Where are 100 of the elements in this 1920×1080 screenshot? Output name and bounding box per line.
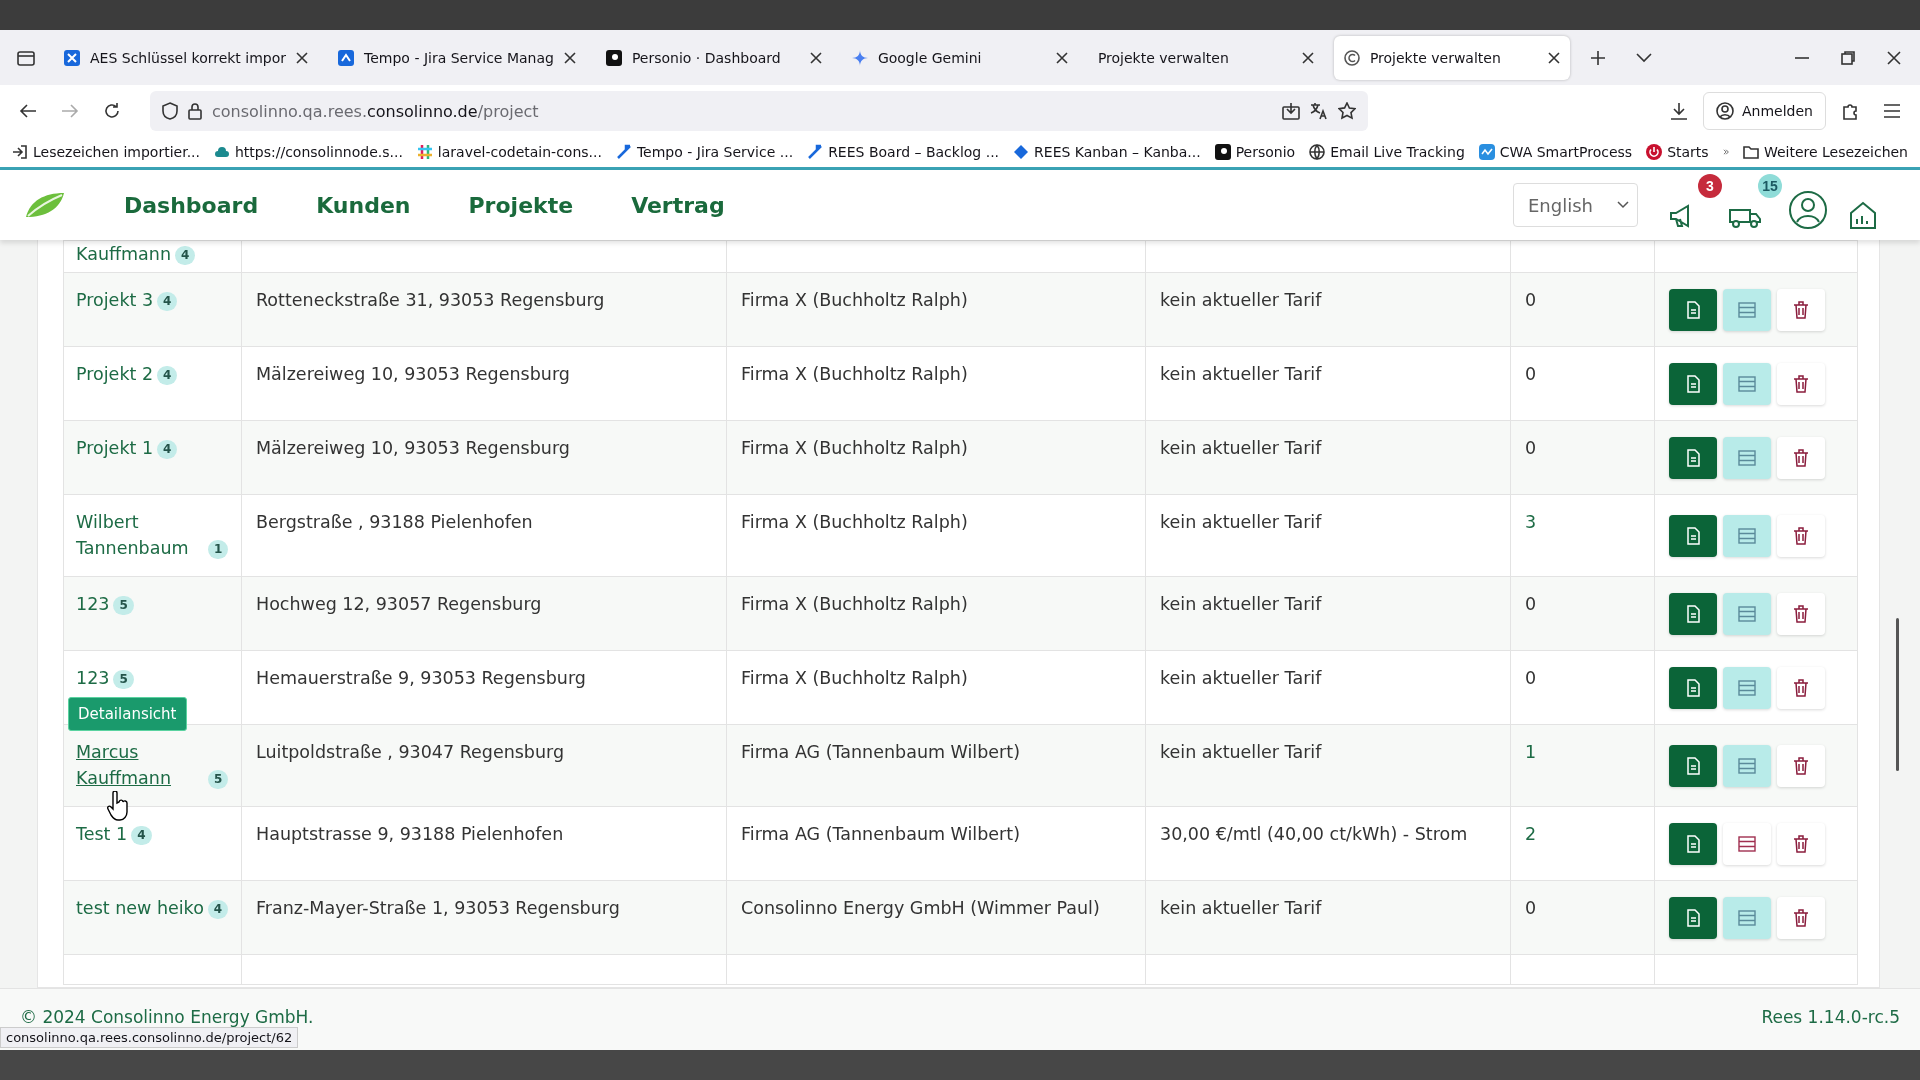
tariff-cell: kein aktueller Tarif xyxy=(1160,512,1322,532)
delete-button[interactable] xyxy=(1777,666,1825,709)
address-cell: Mälzereiweg 10, 93053 Regensburg xyxy=(256,364,570,384)
document-button[interactable] xyxy=(1669,666,1717,709)
project-link[interactable]: 123 xyxy=(76,591,110,617)
nav-link[interactable]: Projekte xyxy=(468,192,574,218)
list-button[interactable] xyxy=(1723,744,1771,787)
nav-link[interactable]: Dashboard xyxy=(124,192,259,218)
list-button[interactable] xyxy=(1723,666,1771,709)
nav-link[interactable]: Vertrag xyxy=(631,192,725,218)
browser-tab[interactable]: Projekte verwalten xyxy=(1087,35,1324,80)
close-icon[interactable] xyxy=(563,51,576,64)
document-button[interactable] xyxy=(1669,592,1717,635)
tooltip: Detailansicht xyxy=(68,697,187,731)
back-arrow-icon[interactable] xyxy=(19,103,37,119)
project-link[interactable]: Kauffmann xyxy=(76,241,171,267)
project-link[interactable]: test new heiko xyxy=(76,895,204,921)
bookmark[interactable]: REES Kanban – Kanba... xyxy=(1013,144,1201,160)
bookmark[interactable]: Tempo - Jira Service ... xyxy=(615,144,794,160)
project-link[interactable]: Projekt 3 xyxy=(76,287,154,313)
delete-button[interactable] xyxy=(1777,896,1825,939)
count-badge: 5 xyxy=(113,669,134,689)
scrollbar-thumb[interactable] xyxy=(1896,618,1899,771)
wave-icon xyxy=(1478,144,1495,160)
project-link[interactable]: Wilbert Tannenbaum xyxy=(76,509,204,561)
list-button[interactable] xyxy=(1723,362,1771,405)
delete-button[interactable] xyxy=(1777,362,1825,405)
nav-link[interactable]: Kunden xyxy=(316,192,411,218)
project-link[interactable]: Projekt 2 xyxy=(76,361,154,387)
list-button[interactable] xyxy=(1723,288,1771,331)
bookmark[interactable]: Starts xyxy=(1646,144,1709,160)
close-icon[interactable] xyxy=(1887,50,1901,65)
browser-tab[interactable]: Google Gemini xyxy=(841,35,1078,80)
document-button[interactable] xyxy=(1669,896,1717,939)
bookmark[interactable]: REES Board – Backlog ... xyxy=(807,144,1000,160)
new-tab-icon[interactable] xyxy=(1589,49,1606,66)
document-button[interactable] xyxy=(1669,436,1717,479)
document-icon xyxy=(1684,908,1702,927)
delete-button[interactable] xyxy=(1777,744,1825,787)
delete-button[interactable] xyxy=(1777,288,1825,331)
delete-button[interactable] xyxy=(1777,592,1825,635)
delete-button[interactable] xyxy=(1777,822,1825,865)
reload-icon[interactable] xyxy=(103,102,121,120)
list-button[interactable] xyxy=(1723,822,1771,865)
customer-cell: Firma X (Buchholtz Ralph) xyxy=(741,668,968,688)
list-button[interactable] xyxy=(1723,592,1771,635)
customer-cell: Firma X (Buchholtz Ralph) xyxy=(741,290,968,310)
close-icon[interactable] xyxy=(1301,51,1314,64)
puzzle-icon[interactable] xyxy=(1841,102,1859,120)
bookmark[interactable]: https://consolinnode.s... xyxy=(214,144,403,160)
delete-button[interactable] xyxy=(1777,514,1825,557)
chevron-down-icon[interactable] xyxy=(1635,52,1652,63)
maximize-icon[interactable] xyxy=(1841,50,1855,65)
house-chart-icon[interactable] xyxy=(1848,200,1878,230)
bookmark[interactable]: Lesezeichen importier... xyxy=(12,144,200,160)
browser-tab[interactable]: AES Schlüssel korrekt impor xyxy=(54,35,319,80)
count-cell[interactable]: 3 xyxy=(1525,512,1537,532)
document-button[interactable] xyxy=(1669,362,1717,405)
project-link[interactable]: Projekt 1 xyxy=(76,435,154,461)
browser-tab[interactable]: Personio · Dashboard xyxy=(595,35,832,80)
minimize-icon[interactable] xyxy=(1795,55,1809,60)
download-icon[interactable] xyxy=(1670,102,1689,120)
close-icon[interactable] xyxy=(1055,51,1068,64)
translate-icon[interactable] xyxy=(1310,102,1328,120)
close-icon[interactable] xyxy=(296,51,309,64)
bookmark[interactable]: laravel-codetain-cons... xyxy=(416,144,602,160)
import-icon xyxy=(12,144,28,160)
tariff-cell: kein aktueller Tarif xyxy=(1160,668,1322,688)
document-button[interactable] xyxy=(1669,744,1717,787)
list-button[interactable] xyxy=(1723,514,1771,557)
address-bar[interactable]: consolinno.qa.rees.consolinno.de/project xyxy=(150,91,1368,131)
list-button[interactable] xyxy=(1723,896,1771,939)
tab-list-icon[interactable] xyxy=(17,48,35,67)
close-icon[interactable] xyxy=(1547,51,1560,64)
close-icon[interactable] xyxy=(809,51,822,64)
document-button[interactable] xyxy=(1669,514,1717,557)
delete-button[interactable] xyxy=(1777,436,1825,479)
project-link[interactable]: Test 1 xyxy=(76,821,128,847)
bookmark[interactable]: CWA SmartProcess xyxy=(1478,144,1633,160)
bookmark[interactable]: Email Live Tracking xyxy=(1309,144,1465,160)
user-circle-icon[interactable] xyxy=(1788,190,1828,230)
document-button[interactable] xyxy=(1669,822,1717,865)
star-icon[interactable] xyxy=(1338,102,1356,120)
count-cell[interactable]: 1 xyxy=(1525,742,1537,762)
menu-icon[interactable] xyxy=(1883,103,1901,119)
language-select[interactable]: English xyxy=(1513,183,1638,227)
bookmark-folder[interactable]: Weitere Lesezeichen xyxy=(1742,144,1908,160)
browser-tab[interactable]: Projekte verwalten xyxy=(1333,35,1570,80)
browser-tab[interactable]: Tempo - Jira Service Manag xyxy=(328,35,586,80)
sign-in-button[interactable]: Anmelden xyxy=(1703,92,1826,130)
project-link[interactable]: Marcus Kauffmann xyxy=(76,739,204,791)
project-link[interactable]: 123 xyxy=(76,665,110,691)
document-icon xyxy=(1684,300,1702,319)
save-page-icon[interactable] xyxy=(1282,102,1300,120)
list-button[interactable] xyxy=(1723,436,1771,479)
document-button[interactable] xyxy=(1669,288,1717,331)
bookmark[interactable]: Personio xyxy=(1214,144,1296,160)
count-cell[interactable]: 2 xyxy=(1525,824,1537,844)
address-cell: Bergstraße , 93188 Pielenhofen xyxy=(256,512,533,532)
power-icon xyxy=(1646,144,1663,160)
